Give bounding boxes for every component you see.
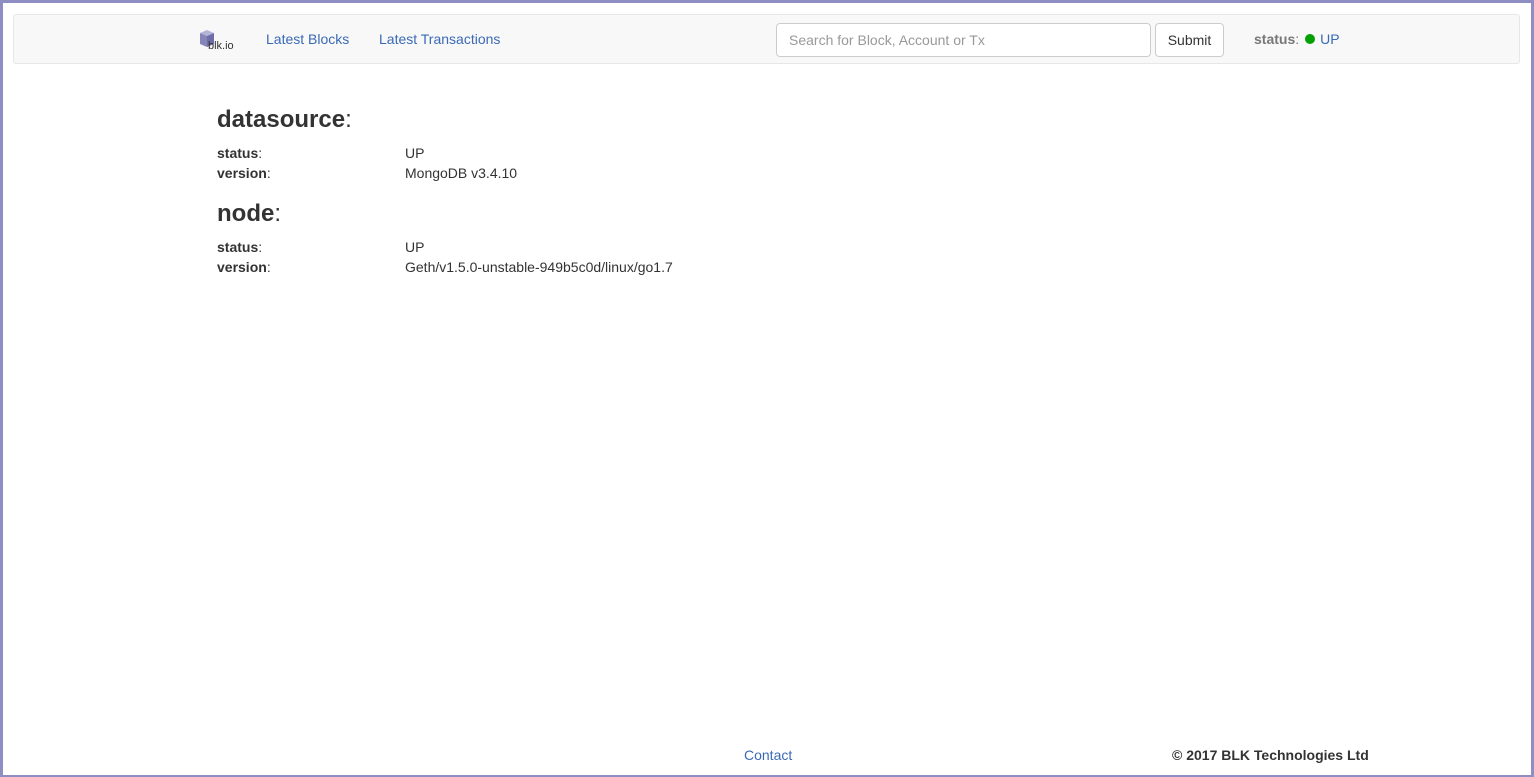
footer-copyright: © 2017 BLK Technologies Ltd <box>1172 747 1369 763</box>
detail-row: status: UP <box>217 145 425 161</box>
nav-status-value: UP <box>1320 31 1340 47</box>
detail-key: status <box>217 239 259 255</box>
footer-contact-link[interactable]: Contact <box>744 747 792 763</box>
detail-value: UP <box>405 145 425 161</box>
section-title-datasource: datasource: <box>217 106 352 133</box>
node-details: status: UP version: Geth/v1.5.0-unstable… <box>217 237 1117 277</box>
top-navbar: blk.io Latest Blocks Latest Transactions… <box>13 14 1520 64</box>
section-title-text: node <box>217 200 275 227</box>
search-input[interactable] <box>776 23 1151 57</box>
detail-key: version <box>217 165 267 181</box>
detail-value: MongoDB v3.4.10 <box>405 165 518 181</box>
status-dot-icon <box>1305 34 1316 44</box>
detail-key: status <box>217 145 259 161</box>
nav-status: status: UP <box>1254 31 1340 47</box>
nav-latest-blocks[interactable]: Latest Blocks <box>266 31 349 47</box>
section-title-text: datasource <box>217 106 346 133</box>
detail-row: status: UP <box>217 239 425 255</box>
cube-logo-icon: blk.io <box>200 30 234 52</box>
nav-status-colon: : <box>1295 31 1300 47</box>
logo-text: blk.io <box>208 40 234 52</box>
main-content: datasource: status: UP version: MongoDB … <box>217 103 1117 277</box>
blk-logo[interactable]: blk.io <box>198 28 240 52</box>
section-title-node: node: <box>217 200 281 227</box>
datasource-details: status: UP version: MongoDB v3.4.10 <box>217 143 1117 183</box>
detail-value: Geth/v1.5.0-unstable-949b5c0d/linux/go1.… <box>405 259 673 275</box>
nav-latest-transactions[interactable]: Latest Transactions <box>379 31 500 47</box>
detail-row: version: MongoDB v3.4.10 <box>217 165 518 181</box>
nav-status-label: status <box>1254 31 1296 47</box>
detail-value: UP <box>405 239 425 255</box>
submit-button[interactable]: Submit <box>1155 23 1224 57</box>
detail-key: version <box>217 259 267 275</box>
detail-row: version: Geth/v1.5.0-unstable-949b5c0d/l… <box>217 259 673 275</box>
